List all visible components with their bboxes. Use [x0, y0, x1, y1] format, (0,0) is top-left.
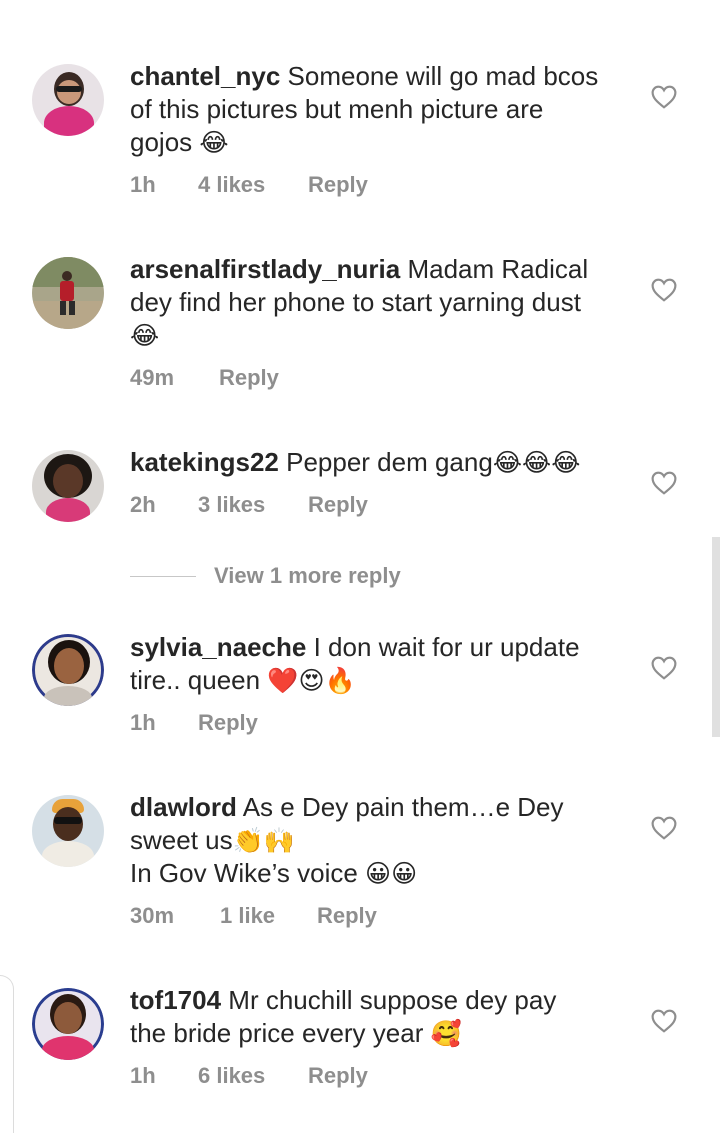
- username[interactable]: katekings22: [130, 447, 279, 477]
- heart-outline-icon[interactable]: [651, 656, 677, 680]
- comment-meta: 1h 4 likes Reply: [130, 172, 368, 202]
- reply-button[interactable]: Reply: [219, 365, 279, 395]
- comment-meta: 2h 3 likes Reply: [130, 492, 368, 522]
- comment-body: Someone will go mad bcos: [287, 61, 599, 91]
- reply-button[interactable]: Reply: [308, 492, 368, 522]
- avatar[interactable]: [32, 634, 104, 706]
- clapping-hands-emoji: 👏🙌: [232, 826, 295, 855]
- timestamp: 1h: [130, 1063, 156, 1088]
- timestamp: 1h: [130, 710, 156, 735]
- view-more-label[interactable]: View 1 more reply: [214, 563, 401, 589]
- reply-button[interactable]: Reply: [198, 710, 258, 740]
- laughing-emoji: 😂😂😂: [492, 448, 581, 477]
- comment-body: gojos: [130, 127, 200, 157]
- timestamp: 2h: [130, 492, 156, 517]
- username[interactable]: tof1704: [130, 985, 221, 1015]
- scrollbar[interactable]: [712, 537, 720, 737]
- comment-body: In Gov Wike’s voice: [130, 858, 366, 888]
- comment-body: Pepper dem gang: [286, 447, 493, 477]
- reply-button[interactable]: Reply: [308, 1063, 368, 1093]
- username[interactable]: arsenalfirstlady_nuria: [130, 254, 400, 284]
- username[interactable]: dlawlord: [130, 792, 237, 822]
- avatar[interactable]: [32, 795, 104, 867]
- divider: [130, 575, 196, 577]
- comment-text: dlawlord As e Dey pain them…e Dey sweet …: [130, 791, 630, 890]
- heart-outline-icon[interactable]: [651, 85, 677, 109]
- heart-outline-icon[interactable]: [651, 278, 677, 302]
- timestamp: 1h: [130, 172, 156, 197]
- comment-text: katekings22 Pepper dem gang😂😂😂: [130, 446, 630, 479]
- likes-count[interactable]: 6 likes: [198, 1063, 308, 1093]
- comment-body: tire.. queen: [130, 665, 268, 695]
- heart-outline-icon[interactable]: [651, 816, 677, 840]
- timestamp: 49m: [130, 365, 175, 390]
- comment-body: the bride price every year: [130, 1018, 431, 1048]
- comment-body: sweet us: [130, 825, 233, 855]
- avatar[interactable]: [32, 257, 104, 329]
- heart-eyes-fire-emoji: ❤️😍🔥: [267, 666, 356, 695]
- comment-meta: 1h 6 likes Reply: [130, 1063, 368, 1093]
- comment-text: sylvia_naeche I don wait for ur update t…: [130, 631, 630, 697]
- panel-edge: [0, 975, 14, 1133]
- username[interactable]: sylvia_naeche: [130, 632, 306, 662]
- comment-body: of this pictures but menh picture are: [130, 94, 544, 124]
- reply-button[interactable]: Reply: [317, 903, 377, 933]
- reply-button[interactable]: Reply: [308, 172, 368, 202]
- comment-text: chantel_nyc Someone will go mad bcos of …: [130, 60, 630, 159]
- view-more-replies[interactable]: View 1 more reply: [130, 562, 401, 590]
- smiling-hearts-emoji: 🥰: [430, 1019, 462, 1048]
- avatar[interactable]: [32, 64, 104, 136]
- comment-body: As e Dey pain them…e Dey: [242, 792, 564, 822]
- comment-meta: 49m Reply: [130, 365, 279, 395]
- comment-body: dey find her phone to start yarning dust: [130, 287, 581, 317]
- heart-outline-icon[interactable]: [651, 471, 677, 495]
- likes-count[interactable]: 1 like: [220, 903, 317, 933]
- comment-text: arsenalfirstlady_nuria Madam Radical dey…: [130, 253, 630, 352]
- comment-meta: 1h Reply: [130, 710, 258, 740]
- timestamp: 30m: [130, 903, 175, 928]
- comment-body: I don wait for ur update: [313, 632, 580, 662]
- comment-meta: 30m 1 like Reply: [130, 903, 377, 933]
- laughing-emoji: 😂: [199, 128, 229, 157]
- laughing-emoji: 😂: [130, 321, 160, 350]
- username[interactable]: chantel_nyc: [130, 61, 280, 91]
- likes-count[interactable]: 3 likes: [198, 492, 308, 522]
- comment-body: Mr chuchill suppose dey pay: [228, 985, 557, 1015]
- avatar[interactable]: [32, 988, 104, 1060]
- grinning-emoji: 😀😀: [365, 859, 418, 888]
- avatar[interactable]: [32, 450, 104, 522]
- comment-text: tof1704 Mr chuchill suppose dey pay the …: [130, 984, 630, 1050]
- likes-count[interactable]: 4 likes: [198, 172, 308, 202]
- heart-outline-icon[interactable]: [651, 1009, 677, 1033]
- comment-body: Madam Radical: [407, 254, 589, 284]
